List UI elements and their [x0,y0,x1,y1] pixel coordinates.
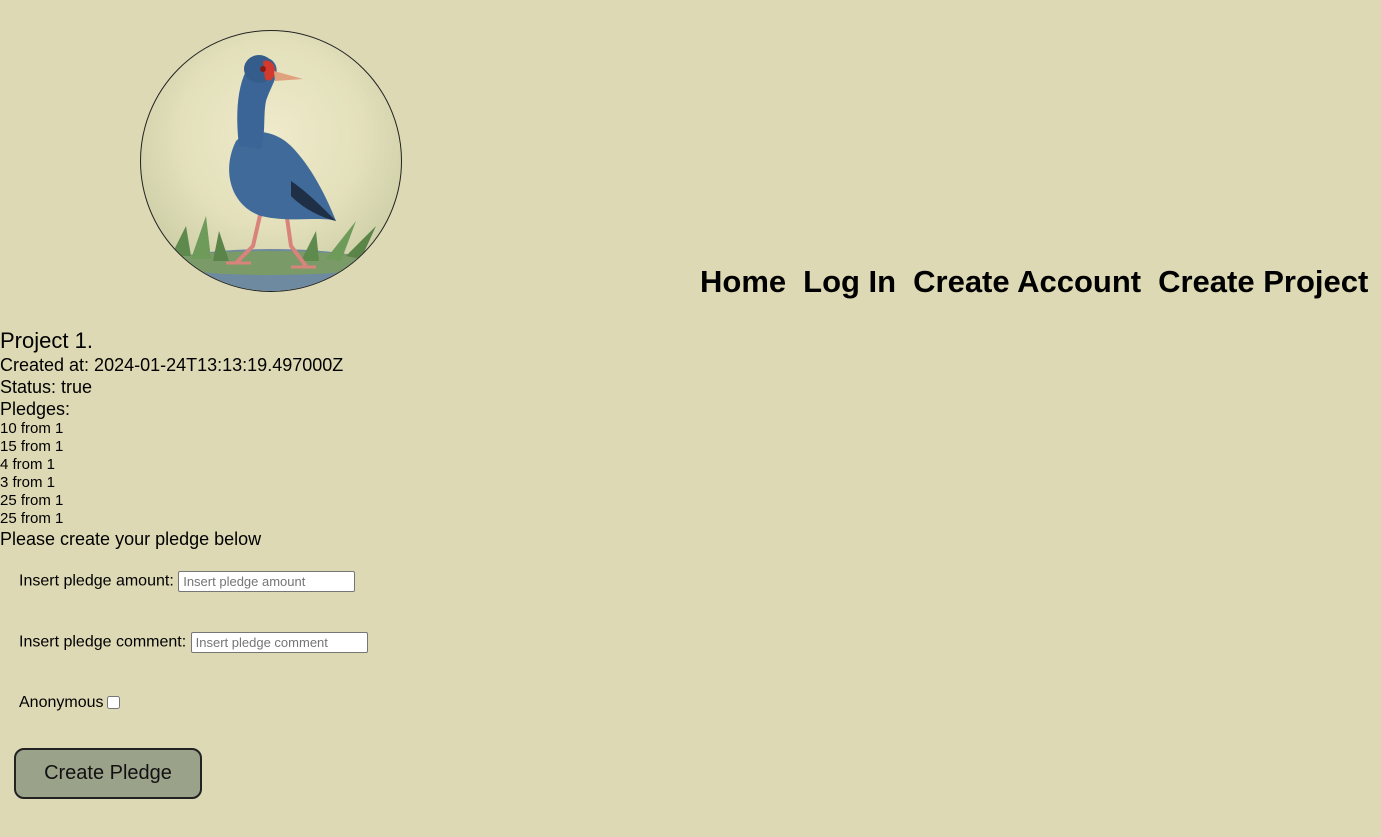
pledge-item: 25 from 1 [0,492,64,509]
anonymous-checkbox[interactable] [106,696,120,710]
pledge-item: 15 from 1 [0,438,64,455]
anonymous-row: Anonymous [19,694,120,712]
pledge-amount-input[interactable] [178,571,356,592]
pledges-label: Pledges: [0,399,71,419]
comment-row: Insert pledge comment: [19,632,368,653]
comment-label: Insert pledge comment: [19,633,187,651]
project-created-at: Created at: 2024-01-24T13:13:19.497000Z [0,355,344,375]
pledge-item: 3 from 1 [0,474,56,491]
pledge-item: 4 from 1 [0,456,56,473]
nav-create-project-link[interactable]: Create Project [1158,264,1368,299]
anonymous-label: Anonymous [19,694,104,711]
pledge-list: 10 from 1 15 from 1 4 from 1 3 from 1 25… [0,420,343,528]
main-nav: Home Log In Create Account Create Project [700,264,1381,300]
create-pledge-button[interactable]: Create Pledge [14,748,202,799]
pledge-item: 10 from 1 [0,420,64,437]
site-header: Home Log In Create Account Create Project [0,0,1381,325]
pledge-prompt: Please create your pledge below [0,529,262,549]
project-title: Project 1. [0,328,93,353]
amount-label: Insert pledge amount: [19,572,174,590]
project-details: Project 1. Created at: 2024-01-24T13:13:… [0,328,343,550]
pukeko-logo-icon[interactable] [140,30,402,292]
pledge-comment-input[interactable] [190,632,368,653]
amount-row: Insert pledge amount: [19,571,356,592]
nav-home-link[interactable]: Home [700,264,786,299]
nav-login-link[interactable]: Log In [803,264,896,299]
project-status: Status: true [0,377,93,397]
pledge-item: 25 from 1 [0,510,64,527]
nav-create-account-link[interactable]: Create Account [913,264,1141,299]
